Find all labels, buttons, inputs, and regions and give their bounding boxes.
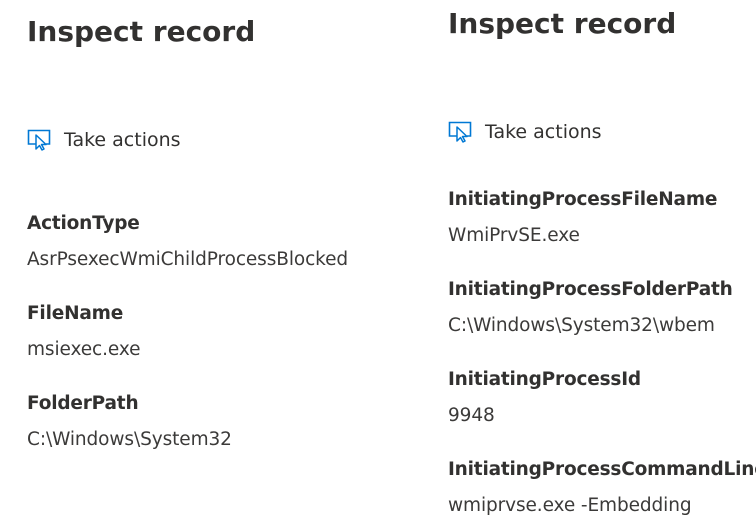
take-actions-button[interactable]: Take actions xyxy=(27,127,181,153)
take-actions-label: Take actions xyxy=(485,121,602,143)
field-initiatingprocesscommandline: InitiatingProcessCommandLine wmiprvse.ex… xyxy=(448,458,756,518)
field-key: FolderPath xyxy=(27,393,139,414)
field-key: ActionType xyxy=(27,213,140,234)
inspect-record-panel-left: Inspect record Take actions ActionType A… xyxy=(27,0,427,531)
field-value: wmiprvse.exe -Embedding xyxy=(448,495,692,516)
field-actiontype: ActionType AsrPsexecWmiChildProcessBlock… xyxy=(27,212,348,272)
field-initiatingprocessfilename: InitiatingProcessFileName WmiPrvSE.exe xyxy=(448,188,717,248)
cursor-select-icon xyxy=(27,129,51,151)
field-filename: FileName msiexec.exe xyxy=(27,302,140,362)
inspect-record-panel-right: Inspect record Take actions InitiatingPr… xyxy=(448,0,756,531)
field-key: InitiatingProcessCommandLine xyxy=(448,459,756,480)
page-title: Inspect record xyxy=(27,15,256,48)
field-initiatingprocessfolderpath: InitiatingProcessFolderPath C:\Windows\S… xyxy=(448,278,733,338)
field-key: InitiatingProcessFolderPath xyxy=(448,279,733,300)
take-actions-button[interactable]: Take actions xyxy=(448,119,602,145)
field-folderpath: FolderPath C:\Windows\System32 xyxy=(27,392,232,452)
field-value: C:\Windows\System32\wbem xyxy=(448,315,715,336)
field-value: WmiPrvSE.exe xyxy=(448,225,580,246)
field-value: C:\Windows\System32 xyxy=(27,429,232,450)
field-value: AsrPsexecWmiChildProcessBlocked xyxy=(27,249,349,270)
take-actions-label: Take actions xyxy=(64,129,181,151)
field-initiatingprocessid: InitiatingProcessId 9948 xyxy=(448,368,641,428)
field-key: InitiatingProcessId xyxy=(448,369,641,390)
field-key: FileName xyxy=(27,303,124,324)
field-value: msiexec.exe xyxy=(27,339,141,360)
field-value: 9948 xyxy=(448,405,495,426)
field-key: InitiatingProcessFileName xyxy=(448,189,718,210)
cursor-select-icon xyxy=(448,121,472,143)
page-title: Inspect record xyxy=(448,7,677,40)
